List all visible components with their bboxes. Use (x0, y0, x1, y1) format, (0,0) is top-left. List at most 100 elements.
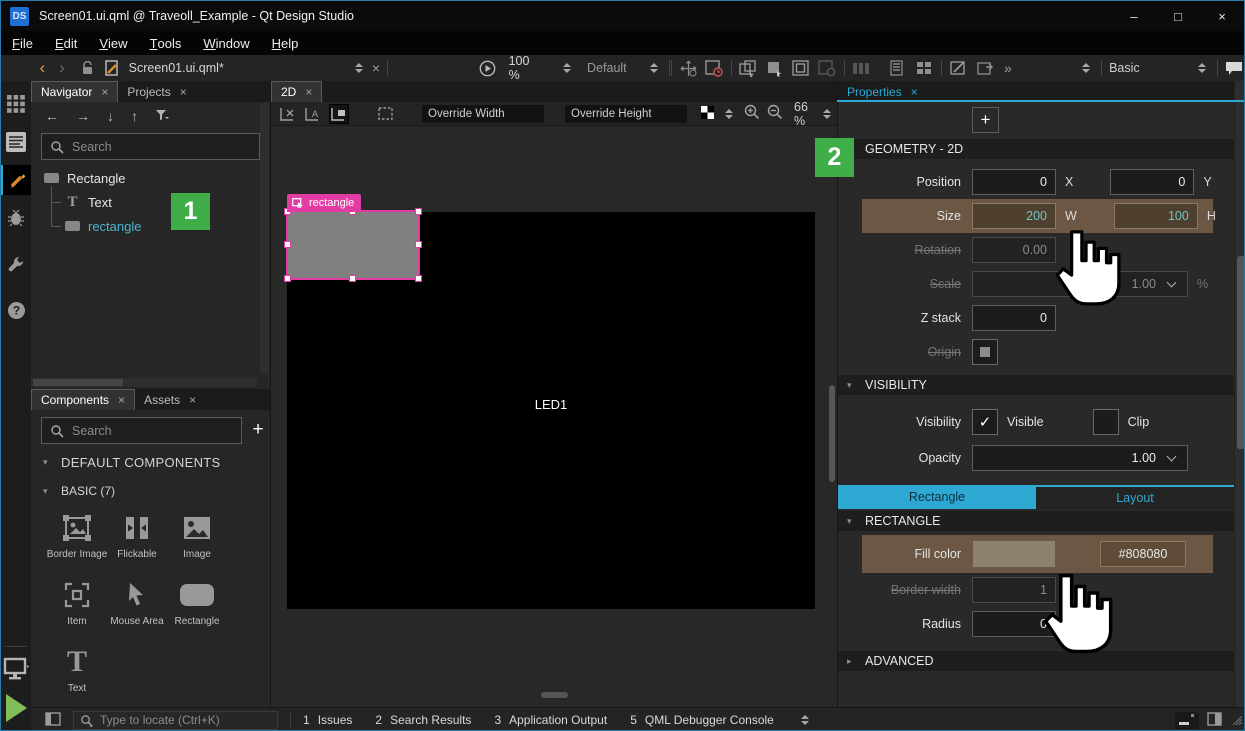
opacity-dropdown[interactable]: 1.00 (972, 445, 1188, 471)
zoom-out-icon[interactable] (767, 104, 783, 123)
properties-scrollbar[interactable] (1234, 81, 1245, 707)
selection-label[interactable]: rectangle (287, 194, 361, 212)
rectangle-section-header[interactable]: ▾ RECTANGLE (838, 511, 1234, 531)
chat-feedback-icon[interactable] (1225, 58, 1244, 78)
output-panes-spinner-icon[interactable] (801, 715, 809, 725)
style-spinner-icon[interactable] (650, 63, 658, 73)
preview-zoom-value[interactable]: 100 % (509, 54, 540, 82)
add-module-button[interactable]: + (246, 419, 270, 441)
toggle-right-panel-icon[interactable] (1207, 712, 1222, 729)
component-rectangle[interactable]: Rectangle (167, 580, 227, 627)
maximize-button[interactable]: □ (1156, 1, 1200, 31)
background-color-icon[interactable] (701, 106, 714, 122)
export-icon[interactable] (976, 58, 995, 78)
menu-file[interactable]: File (1, 31, 44, 55)
edit-document-icon[interactable] (102, 58, 121, 78)
show-all-size-icon[interactable]: A (304, 104, 322, 124)
selection-handle[interactable] (349, 275, 356, 282)
tab-navigator[interactable]: Navigator × (31, 81, 118, 102)
zoom-in-icon[interactable] (744, 104, 760, 123)
size-w-field[interactable]: 200 (972, 203, 1056, 229)
component-star-icon[interactable] (765, 58, 784, 78)
menu-edit[interactable]: Edit (44, 31, 88, 55)
menu-window[interactable]: Window (192, 31, 260, 55)
selection-handle[interactable] (284, 275, 291, 282)
selection-handle[interactable] (415, 275, 422, 282)
close-icon[interactable]: × (189, 393, 196, 407)
style-selector[interactable]: Default (587, 61, 627, 75)
resize-grip-icon[interactable] (1230, 713, 1242, 728)
tab-assets[interactable]: Assets × (135, 389, 205, 410)
tree-item-text[interactable]: T Text (31, 190, 270, 214)
origin-button[interactable] (972, 339, 998, 365)
list-view-icon[interactable] (887, 58, 906, 78)
design-mode-icon[interactable] (1, 165, 31, 195)
component-border-image[interactable]: Border Image (47, 513, 107, 560)
zstack-field[interactable]: 0 (972, 305, 1056, 331)
component-mouse-area[interactable]: Mouse Area (107, 580, 167, 627)
preview-zoom-spinner-icon[interactable] (563, 63, 571, 73)
filter-icon[interactable] (155, 108, 169, 124)
close-icon[interactable]: × (118, 393, 125, 407)
back-icon[interactable]: ‹ (39, 58, 45, 78)
move-up-icon[interactable]: ↑ (131, 108, 138, 124)
component-image[interactable]: Image (167, 513, 227, 560)
geometry-section-header[interactable]: ▾ GEOMETRY - 2D (838, 139, 1234, 159)
run-preview-icon[interactable] (478, 58, 497, 78)
locator-input[interactable] (100, 713, 271, 727)
fill-color-hex-field[interactable]: #808080 (1100, 541, 1186, 567)
tree-item-rectangle-root[interactable]: Rectangle (31, 166, 270, 190)
canvas-scrollbar-horizontal[interactable] (541, 692, 568, 698)
scrollbar-thumb[interactable] (1237, 256, 1245, 449)
tab-projects[interactable]: Projects × (118, 81, 195, 102)
projects-tools-icon[interactable] (1, 249, 31, 279)
position-y-field[interactable]: 0 (1110, 169, 1194, 195)
section-basic[interactable]: ▾ BASIC (7) (31, 479, 270, 503)
current-file-name[interactable]: Screen01.ui.qml* (129, 61, 224, 75)
menu-help[interactable]: Help (261, 31, 310, 55)
show-selected-size-icon[interactable] (329, 104, 349, 124)
minimize-button[interactable]: – (1112, 1, 1156, 31)
tab-2d[interactable]: 2D × (271, 81, 322, 102)
no-size-indicator-icon[interactable] (279, 104, 297, 124)
close-icon[interactable]: × (101, 85, 108, 99)
canvas-scrollbar-vertical[interactable] (829, 385, 835, 482)
edit-mode-icon[interactable] (1, 127, 31, 157)
size-h-field[interactable]: 100 (1114, 203, 1198, 229)
canvas-text-item[interactable]: LED1 (287, 397, 815, 412)
lock-icon[interactable] (78, 58, 97, 78)
position-x-field[interactable]: 0 (972, 169, 1056, 195)
close-icon[interactable]: × (180, 85, 187, 99)
move-down-icon[interactable]: ↓ (107, 108, 114, 124)
create-component-icon[interactable] (739, 58, 758, 78)
kit-monitor-icon[interactable] (3, 657, 29, 684)
anchors-icon[interactable] (679, 58, 698, 78)
selection-handle[interactable] (415, 241, 422, 248)
edit-annotation-icon[interactable] (949, 58, 968, 78)
add-property-button[interactable]: + (972, 107, 999, 133)
navigator-search[interactable] (41, 133, 260, 160)
build-progress-icon[interactable] (1175, 712, 1199, 729)
move-left-icon[interactable]: ← (45, 108, 59, 124)
visibility-section-header[interactable]: ▾ VISIBILITY (838, 375, 1234, 395)
selection-handle[interactable] (284, 241, 291, 248)
navigator-scrollbar-horizontal[interactable] (31, 378, 257, 387)
component-flickable[interactable]: Flickable (107, 513, 167, 560)
menu-tools[interactable]: Tools (139, 31, 193, 55)
subtab-layout[interactable]: Layout (1036, 485, 1234, 509)
canvas-viewport[interactable]: LED1 rectangle (271, 126, 837, 707)
override-width-field[interactable] (422, 105, 544, 123)
kit-spinner-right-icon[interactable] (1198, 63, 1206, 73)
help-icon[interactable]: ? (1, 295, 31, 325)
kit-spinner-left-icon[interactable] (1082, 63, 1090, 73)
selection-handle[interactable] (415, 208, 422, 215)
close-file-icon[interactable]: × (372, 60, 380, 76)
output-pane-application-output[interactable]: 3 Application Output (494, 713, 607, 727)
run-button[interactable] (6, 694, 27, 722)
component-item[interactable]: Item (47, 580, 107, 627)
move-right-icon[interactable]: → (76, 108, 90, 124)
kit-selector[interactable]: Basic (1109, 61, 1140, 75)
bounding-rect-icon[interactable] (791, 58, 810, 78)
file-spinner-icon[interactable] (355, 63, 363, 73)
close-button[interactable]: × (1200, 1, 1244, 31)
